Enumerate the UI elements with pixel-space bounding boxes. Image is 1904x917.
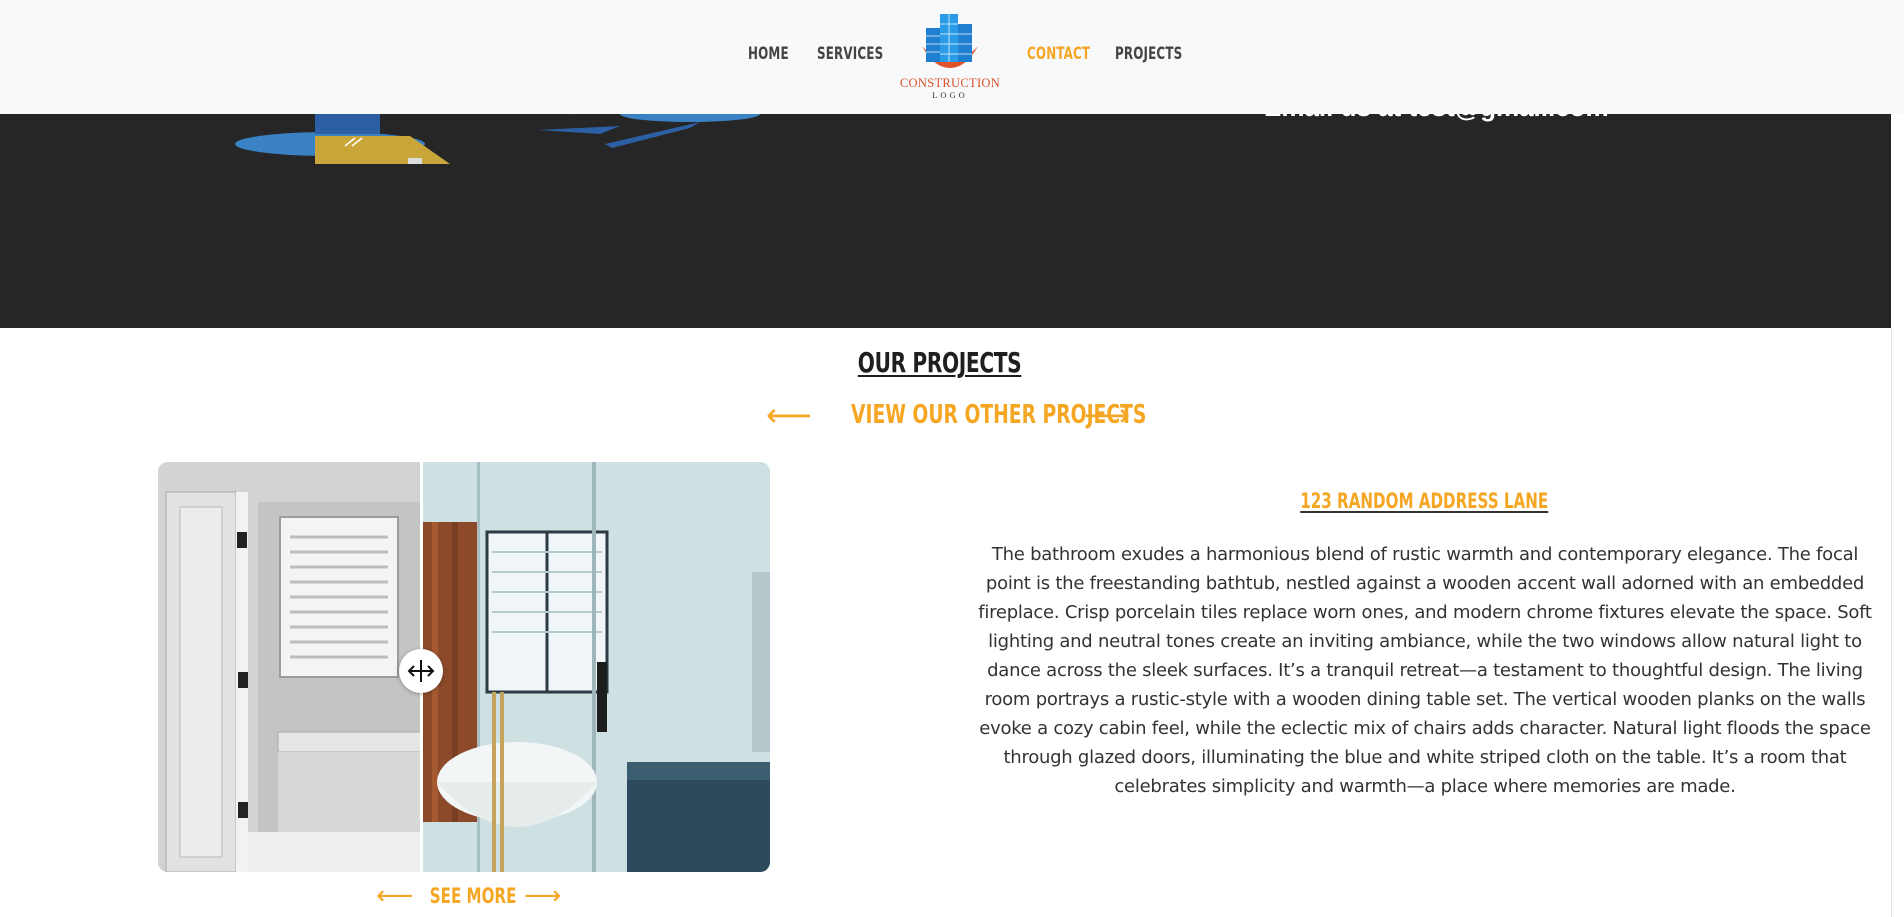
arrow-right-icon[interactable]: ⟶	[524, 880, 561, 912]
arrow-right-icon[interactable]: ⟶	[1084, 395, 1130, 435]
nav-home[interactable]: HOME	[748, 44, 789, 64]
site-header: HOME SERVICES CONSTRUCTION LOGO CONTACT …	[0, 0, 1904, 114]
see-more-link[interactable]: SEE MORE	[430, 880, 517, 912]
nav-services[interactable]: SERVICES	[817, 44, 883, 64]
nav-contact[interactable]: CONTACT	[1027, 44, 1090, 64]
nav-projects[interactable]: PROJECTS	[1115, 44, 1182, 64]
building-logo-icon	[922, 14, 978, 68]
logo-text-main: CONSTRUCTION	[899, 76, 1001, 90]
contact-band: Email us at test@gmail.com	[0, 114, 1891, 328]
site-logo[interactable]: CONSTRUCTION LOGO	[896, 10, 1004, 104]
project-address[interactable]: 123 RANDOM ADDRESS LANE	[972, 489, 1876, 513]
main-nav: HOME SERVICES CONSTRUCTION LOGO CONTACT …	[0, 0, 1904, 114]
other-projects-nav: ⟵ VIEW OUR OTHER PROJECTS ⟶	[766, 395, 1146, 435]
arrow-left-icon[interactable]: ⟵	[766, 395, 812, 435]
page-edge	[1891, 328, 1892, 917]
arrow-left-icon[interactable]: ⟵	[376, 880, 413, 912]
contact-email[interactable]: Email us at test@gmail.com	[1264, 114, 1609, 123]
contact-illustration	[235, 114, 760, 164]
project-description: The bathroom exudes a harmonious blend o…	[978, 544, 1872, 797]
after-image	[422, 462, 770, 872]
logo-text-sub: LOGO	[932, 90, 968, 100]
before-image	[158, 462, 422, 872]
drag-handle-icon[interactable]	[399, 649, 443, 693]
see-more-nav: ⟵ SEE MORE ⟶	[376, 880, 561, 912]
before-after-slider[interactable]	[158, 462, 770, 872]
view-other-projects-link[interactable]: VIEW OUR OTHER PROJECTS	[851, 395, 1146, 435]
section-title: OUR PROJECTS	[858, 346, 1022, 379]
